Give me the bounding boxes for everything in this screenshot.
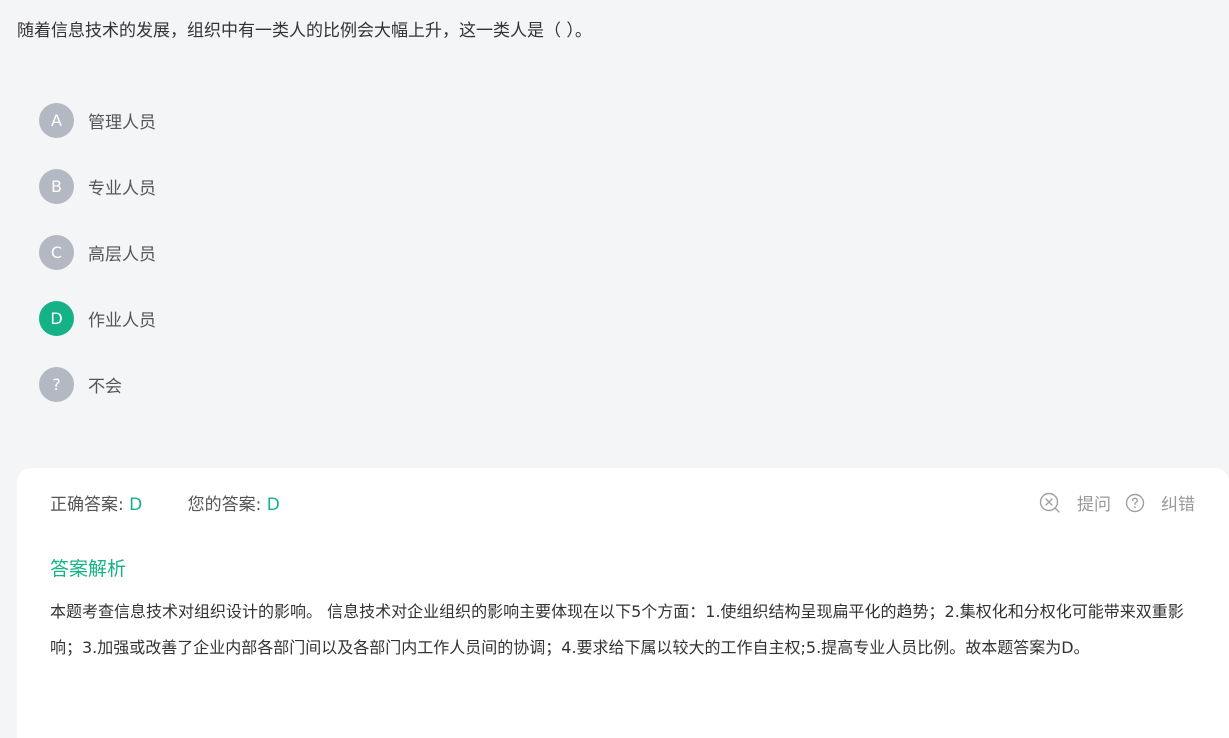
option-d[interactable]: D 作业人员	[39, 300, 156, 336]
correct-answer-label: 正确答案:	[50, 495, 124, 515]
ask-question-label: 提问	[1077, 495, 1111, 515]
analysis-title: 答案解析	[50, 558, 127, 580]
question-text: 随着信息技术的发展，组织中有一类人的比例会大幅上升，这一类人是（ ）。	[17, 21, 592, 41]
panel-actions: 提问 纠错	[1039, 490, 1195, 515]
option-badge-c: C	[39, 234, 74, 270]
ask-question-button[interactable]: 提问	[1039, 490, 1111, 515]
option-label-b: 专业人员	[88, 178, 156, 199]
options-list: A 管理人员 B 专业人员 C 高层人员 D 作业人员 ? 不会	[39, 102, 156, 402]
correct-answer-value: D	[129, 495, 143, 515]
option-badge-d: D	[39, 300, 74, 336]
option-badge-unknown: ?	[39, 366, 74, 402]
report-error-button[interactable]: 纠错	[1125, 490, 1195, 515]
option-unknown[interactable]: ? 不会	[39, 366, 156, 402]
your-answer-label: 您的答案:	[187, 495, 262, 515]
option-badge-a: A	[39, 102, 74, 138]
your-answer-value: D	[266, 495, 280, 515]
option-badge-b: B	[39, 168, 74, 204]
answer-panel: 正确答案: D 您的答案: D 提问 纠错 答案解析 本题考查信息技术对组织设计…	[17, 468, 1229, 738]
option-c[interactable]: C 高层人员	[39, 234, 156, 270]
option-label-d: 作业人员	[88, 310, 156, 331]
correct-answer: 正确答案: D	[50, 490, 142, 515]
option-a[interactable]: A 管理人员	[39, 102, 156, 138]
your-answer: 您的答案: D	[188, 490, 280, 515]
question-circle-icon	[1125, 493, 1145, 512]
analysis-body: 本题考查信息技术对组织设计的影响。 信息技术对企业组织的影响主要体现在以下5个方…	[50, 602, 1184, 657]
report-error-label: 纠错	[1161, 495, 1195, 515]
option-label-c: 高层人员	[88, 244, 156, 265]
answer-summary: 正确答案: D 您的答案: D	[50, 490, 280, 515]
option-label-a: 管理人员	[88, 112, 156, 133]
option-b[interactable]: B 专业人员	[39, 168, 156, 204]
option-label-unknown: 不会	[88, 376, 122, 397]
close-circle-icon	[1039, 492, 1060, 513]
